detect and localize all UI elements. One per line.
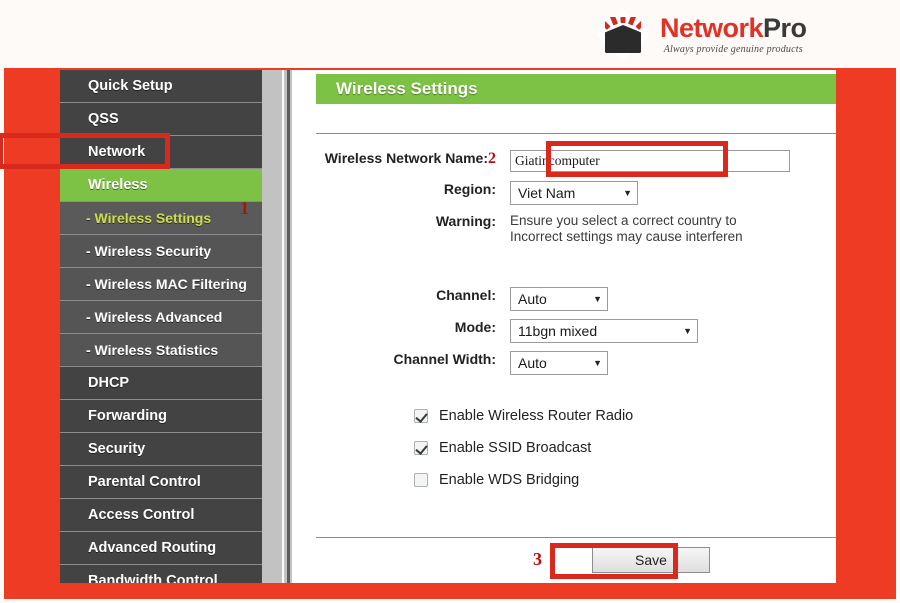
region-label: Region: (443, 181, 496, 197)
ssid-label: Wireless Network Name:2 (292, 150, 496, 168)
sidebar-item-label: Parental Control (88, 474, 201, 490)
sidebar-item-access-control[interactable]: Access Control (60, 499, 262, 532)
sidebar-item-security[interactable]: Security (60, 433, 262, 466)
mode-row: Mode: 11bgn mixed ▼ (292, 319, 836, 343)
brand-name-part2: Pro (763, 13, 807, 43)
sidebar-item-label: Forwarding (88, 408, 167, 424)
sidebar-item-advanced-routing[interactable]: Advanced Routing (60, 532, 262, 565)
annotation-number-1: 1 (240, 198, 249, 218)
divider-line-dark (287, 70, 290, 583)
sidebar-item-dhcp[interactable]: DHCP (60, 367, 262, 400)
separator-bottom (316, 537, 836, 538)
sidebar-item-wireless[interactable]: Wireless (60, 169, 262, 202)
sidebar-menu: Quick Setup QSS Network Wireless - Wireless … (60, 70, 262, 583)
page-header: NetworkPro Always provide genuine produc… (0, 0, 900, 68)
sidebar-item-network[interactable]: Network (60, 136, 262, 169)
mode-label: Mode: (454, 319, 496, 335)
sidebar-item-wireless-statistics[interactable]: - Wireless Statistics (60, 334, 262, 367)
chevron-down-icon: ▼ (593, 294, 602, 304)
sidebar-item-quick-setup[interactable]: Quick Setup (60, 70, 262, 103)
warning-label: Warning: (435, 213, 496, 229)
mode-select[interactable]: 11bgn mixed ▼ (510, 319, 698, 343)
annotation-number-3: 3 (533, 549, 542, 569)
sidebar-item-label: DHCP (88, 375, 130, 391)
page-title: Wireless Settings (336, 79, 478, 98)
channel-row: Channel: Auto ▼ (292, 287, 836, 311)
separator-top (316, 133, 836, 134)
sidebar-item-label: - Wireless Statistics (86, 342, 219, 358)
channel-width-select-value: Auto (518, 355, 547, 371)
chevron-down-icon: ▼ (683, 326, 692, 336)
channel-width-select[interactable]: Auto ▼ (510, 351, 608, 375)
logo-svg (597, 9, 649, 61)
sidebar-item-label: Wireless (88, 177, 148, 193)
region-row: Region: Viet Nam ▼ (292, 181, 836, 205)
page-title-bar: Wireless Settings (316, 74, 836, 104)
checkbox-enable-wds-bridging[interactable] (414, 473, 428, 487)
sidebar-item-forwarding[interactable]: Forwarding (60, 400, 262, 433)
ssid-row: Wireless Network Name:2 (292, 150, 836, 172)
sidebar-item-label: Quick Setup (88, 78, 173, 94)
sidebar-item-label: - Wireless MAC Filtering (86, 276, 247, 292)
brand-name-part1: Network (660, 13, 764, 43)
brand-name: NetworkPro (660, 15, 807, 42)
warning-row: Warning: Ensure you select a correct cou… (292, 213, 836, 245)
sidebar-item-wireless-settings[interactable]: - Wireless Settings (60, 202, 262, 235)
checkbox-row[interactable]: Enable SSID Broadcast (414, 440, 591, 456)
channel-label: Channel: (436, 287, 496, 303)
channel-width-label: Channel Width: (393, 351, 496, 367)
sidebar-item-label: Network (88, 144, 146, 160)
sidebar-item-wireless-mac-filtering[interactable]: - Wireless MAC Filtering (60, 268, 262, 301)
checkbox-enable-wireless-router-radio[interactable] (414, 409, 428, 423)
sidebar-item-label: Advanced Routing (88, 540, 217, 556)
brand-logo: NetworkPro Always provide genuine produc… (596, 8, 807, 62)
chevron-down-icon: ▼ (593, 358, 602, 368)
checkbox-row[interactable]: Enable Wireless Router Radio (414, 408, 633, 424)
chevron-down-icon: ▼ (623, 188, 632, 198)
sidebar-item-bandwidth-control[interactable]: Bandwidth Control (60, 565, 262, 583)
warning-line-2: Incorrect settings may cause interferen (510, 229, 743, 244)
checkbox-row[interactable]: Enable WDS Bridging (414, 472, 579, 488)
sidebar-item-label: - Wireless Settings (86, 210, 212, 226)
sidebar-item-label: Security (88, 441, 146, 457)
sidebar-item-label: QSS (88, 111, 119, 127)
ssid-label-text: Wireless Network Name: (324, 150, 488, 166)
channel-select[interactable]: Auto ▼ (510, 287, 608, 311)
content-area: Wireless Settings Wireless Network Name:… (292, 70, 836, 583)
diamond-sunrise-logo-icon (596, 8, 650, 62)
region-select-value: Viet Nam (518, 185, 576, 201)
save-button[interactable]: Save (592, 547, 710, 573)
sidebar-item-wireless-advanced[interactable]: - Wireless Advanced (60, 301, 262, 334)
checkbox-label: Enable SSID Broadcast (439, 440, 592, 456)
sidebar-item-label: Bandwidth Control (88, 573, 218, 583)
channel-select-value: Auto (518, 291, 547, 307)
router-admin-panel: Quick Setup QSS Network Wireless - Wireless … (60, 70, 836, 583)
brand-tagline: Always provide genuine products (663, 44, 803, 55)
sidebar-item-label: - Wireless Advanced (86, 309, 223, 325)
warning-line-1: Ensure you select a correct country to (510, 213, 737, 228)
checkbox-label: Enable WDS Bridging (439, 472, 580, 488)
mode-select-value: 11bgn mixed (518, 323, 598, 339)
annotation-number-2: 2 (488, 150, 496, 167)
checkbox-enable-ssid-broadcast[interactable] (414, 441, 428, 455)
sidebar-item-label: Access Control (88, 507, 195, 523)
divider-line-light (282, 70, 284, 583)
sidebar-item-wireless-security[interactable]: - Wireless Security (60, 235, 262, 268)
sidebar-item-label: - Wireless Security (86, 243, 212, 259)
warning-text: Ensure you select a correct country to I… (510, 213, 743, 245)
checkbox-label: Enable Wireless Router Radio (439, 408, 634, 424)
ssid-input[interactable] (510, 150, 790, 172)
sidebar-item-qss[interactable]: QSS (60, 103, 262, 136)
brand-text: NetworkPro Always provide genuine produc… (660, 15, 807, 55)
panel-divider[interactable] (262, 70, 292, 583)
sidebar-item-parental-control[interactable]: Parental Control (60, 466, 262, 499)
channel-width-row: Channel Width: Auto ▼ (292, 351, 836, 375)
region-select[interactable]: Viet Nam ▼ (510, 181, 638, 205)
